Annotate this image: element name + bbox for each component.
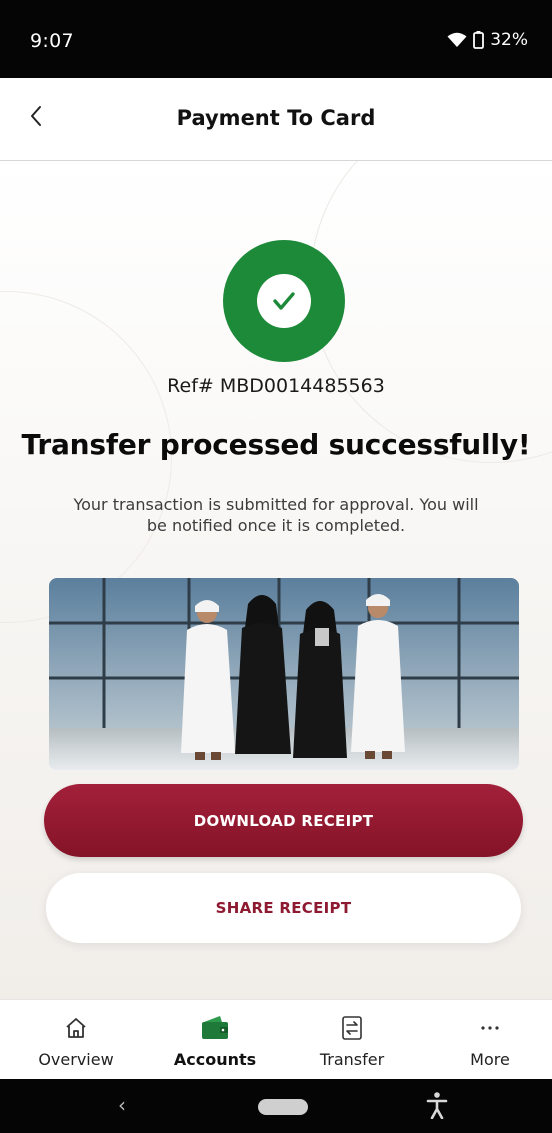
success-badge bbox=[223, 240, 345, 362]
tab-label: More bbox=[470, 1050, 510, 1069]
battery-icon bbox=[473, 31, 485, 49]
home-icon bbox=[64, 1014, 88, 1042]
tab-transfer[interactable]: Transfer bbox=[302, 1000, 402, 1080]
reference-number: Ref# MBD0014485563 bbox=[167, 375, 385, 397]
system-back-button[interactable]: ‹ bbox=[118, 1093, 126, 1117]
tab-label: Transfer bbox=[319, 1050, 385, 1069]
success-message: Your transaction is submitted for approv… bbox=[73, 495, 479, 535]
success-headline: Transfer processed successfully! bbox=[21, 428, 531, 461]
system-nav-bar: ‹ bbox=[0, 1079, 552, 1133]
tab-more[interactable]: More bbox=[440, 1000, 540, 1080]
system-home-button[interactable] bbox=[258, 1099, 308, 1115]
transfer-icon bbox=[340, 1014, 364, 1042]
tab-overview[interactable]: Overview bbox=[26, 1000, 126, 1080]
confirmation-content: Ref# MBD0014485563 Transfer processed su… bbox=[0, 161, 552, 999]
more-icon bbox=[478, 1014, 502, 1042]
bottom-tab-bar: Overview Accounts Transfer More bbox=[0, 999, 552, 1080]
checkmark-icon bbox=[257, 274, 311, 328]
background-decoration bbox=[310, 161, 552, 463]
wifi-icon bbox=[447, 32, 467, 48]
accessibility-icon[interactable] bbox=[426, 1091, 448, 1123]
battery-percent: 32% bbox=[490, 30, 528, 50]
promo-image bbox=[49, 578, 519, 770]
status-time: 9:07 bbox=[30, 30, 74, 52]
tab-label: Accounts bbox=[173, 1050, 257, 1069]
wallet-icon bbox=[200, 1014, 230, 1042]
share-receipt-button[interactable]: SHARE RECEIPT bbox=[46, 873, 521, 943]
app-header: Payment To Card bbox=[0, 78, 552, 161]
page-title: Payment To Card bbox=[176, 106, 376, 130]
tab-label: Overview bbox=[38, 1050, 114, 1069]
download-receipt-button[interactable]: DOWNLOAD RECEIPT bbox=[44, 784, 523, 857]
tab-accounts[interactable]: Accounts bbox=[163, 1000, 267, 1080]
status-indicators: 32% bbox=[447, 30, 528, 50]
status-bar: 9:07 32% bbox=[0, 0, 552, 78]
